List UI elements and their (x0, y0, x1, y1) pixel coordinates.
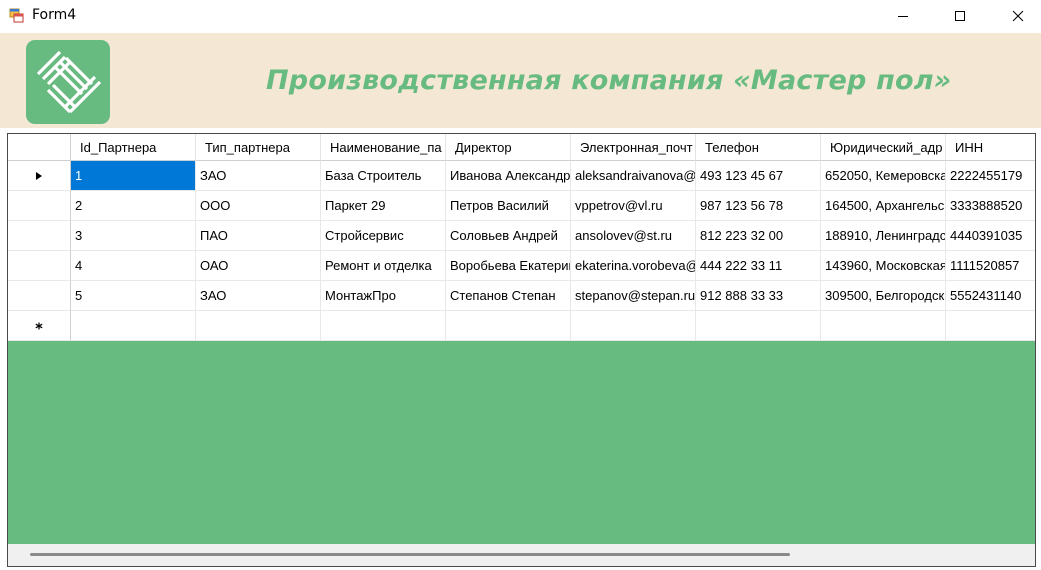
cell-inn[interactable]: 4440391035 (946, 221, 1035, 251)
company-title: Производственная компания «Мастер пол» (266, 65, 952, 96)
close-icon (1012, 10, 1024, 22)
column-header-id[interactable]: Id_Партнера (71, 134, 196, 161)
maximize-button[interactable] (937, 0, 983, 32)
cell-email[interactable]: aleksandraivanova@ml.ru (571, 161, 696, 191)
cell-id[interactable]: 3 (71, 221, 196, 251)
column-header-name[interactable]: Наименование_па (321, 134, 446, 161)
new-cell[interactable] (571, 311, 696, 341)
table-row[interactable]: 1 ЗАО База Строитель Иванова Александра … (8, 161, 1035, 191)
cell-phone[interactable]: 812 223 32 00 (696, 221, 821, 251)
column-header-row: Id_Партнера Тип_партнера Наименование_па… (8, 134, 1035, 161)
cell-id[interactable]: 4 (71, 251, 196, 281)
cell-address[interactable]: 652050, Кемеровская область (821, 161, 946, 191)
new-row[interactable] (8, 311, 1035, 341)
row-header[interactable] (8, 191, 71, 221)
column-header-inn[interactable]: ИНН (946, 134, 1035, 161)
cell-type[interactable]: ПАО (196, 221, 321, 251)
cell-phone[interactable]: 912 888 33 33 (696, 281, 821, 311)
cell-email[interactable]: vppetrov@vl.ru (571, 191, 696, 221)
column-header-email[interactable]: Электронная_почт (571, 134, 696, 161)
column-header-director[interactable]: Директор (446, 134, 571, 161)
column-header-address[interactable]: Юридический_адр (821, 134, 946, 161)
partners-datagrid[interactable]: Id_Партнера Тип_партнера Наименование_па… (7, 133, 1036, 567)
table-row[interactable]: 3 ПАО Стройсервис Соловьев Андрей ansolo… (8, 221, 1035, 251)
new-row-asterisk-icon (35, 322, 43, 329)
cell-name[interactable]: Стройсервис (321, 221, 446, 251)
new-cell[interactable] (71, 311, 196, 341)
table-row[interactable]: 4 ОАО Ремонт и отделка Воробьева Екатери… (8, 251, 1035, 281)
cell-phone[interactable]: 987 123 56 78 (696, 191, 821, 221)
row-header[interactable] (8, 281, 71, 311)
cell-name[interactable]: МонтажПро (321, 281, 446, 311)
cell-director[interactable]: Степанов Степан (446, 281, 571, 311)
cell-id[interactable]: 5 (71, 281, 196, 311)
new-cell[interactable] (446, 311, 571, 341)
cell-email[interactable]: stepanov@stepan.ru (571, 281, 696, 311)
cell-address[interactable]: 309500, Белгородская область (821, 281, 946, 311)
column-header-phone[interactable]: Телефон (696, 134, 821, 161)
row-header[interactable] (8, 161, 71, 191)
window-title: Form4 (32, 7, 77, 23)
cell-email[interactable]: ansolovev@st.ru (571, 221, 696, 251)
cell-type[interactable]: ОАО (196, 251, 321, 281)
cell-director[interactable]: Иванова Александра (446, 161, 571, 191)
cell-name[interactable]: База Строитель (321, 161, 446, 191)
horizontal-scrollbar[interactable] (8, 544, 1035, 566)
cell-address[interactable]: 143960, Московская область (821, 251, 946, 281)
new-cell[interactable] (821, 311, 946, 341)
new-cell[interactable] (196, 311, 321, 341)
table-row[interactable]: 5 ЗАО МонтажПро Степанов Степан stepanov… (8, 281, 1035, 311)
cell-director[interactable]: Воробьева Екатерина (446, 251, 571, 281)
maximize-icon (955, 11, 965, 21)
cell-director[interactable]: Соловьев Андрей (446, 221, 571, 251)
cell-id[interactable]: 2 (71, 191, 196, 221)
winforms-app-icon (9, 8, 25, 24)
column-header-type[interactable]: Тип_партнера (196, 134, 321, 161)
cell-email[interactable]: ekaterina.vorobeva@ml.ru (571, 251, 696, 281)
row-header[interactable] (8, 311, 71, 341)
cell-inn[interactable]: 2222455179 (946, 161, 1035, 191)
cell-address[interactable]: 164500, Архангельская область (821, 191, 946, 221)
cell-type[interactable]: ЗАО (196, 161, 321, 191)
scrollbar-thumb[interactable] (30, 553, 790, 556)
company-logo-icon (26, 40, 110, 124)
cell-type[interactable]: ООО (196, 191, 321, 221)
new-cell[interactable] (321, 311, 446, 341)
row-header[interactable] (8, 221, 71, 251)
window-titlebar: Form4 (0, 0, 1041, 33)
cell-inn[interactable]: 1111520857 (946, 251, 1035, 281)
cell-name[interactable]: Паркет 29 (321, 191, 446, 221)
row-header[interactable] (8, 251, 71, 281)
cell-inn[interactable]: 3333888520 (946, 191, 1035, 221)
cell-name[interactable]: Ремонт и отделка (321, 251, 446, 281)
minimize-button[interactable] (880, 0, 926, 32)
row-pointer-icon (36, 171, 42, 180)
cell-type[interactable]: ЗАО (196, 281, 321, 311)
cell-phone[interactable]: 444 222 33 11 (696, 251, 821, 281)
new-cell[interactable] (946, 311, 1035, 341)
minimize-icon (898, 16, 908, 17)
top-left-header-cell[interactable] (8, 134, 71, 161)
cell-phone[interactable]: 493 123 45 67 (696, 161, 821, 191)
company-header: Производственная компания «Мастер пол» (0, 33, 1041, 128)
new-cell[interactable] (696, 311, 821, 341)
cell-director[interactable]: Петров Василий (446, 191, 571, 221)
cell-inn[interactable]: 5552431140 (946, 281, 1035, 311)
close-button[interactable] (995, 0, 1041, 32)
cell-address[interactable]: 188910, Ленинградская область (821, 221, 946, 251)
table-row[interactable]: 2 ООО Паркет 29 Петров Василий vppetrov@… (8, 191, 1035, 221)
cell-id[interactable]: 1 (71, 161, 196, 191)
